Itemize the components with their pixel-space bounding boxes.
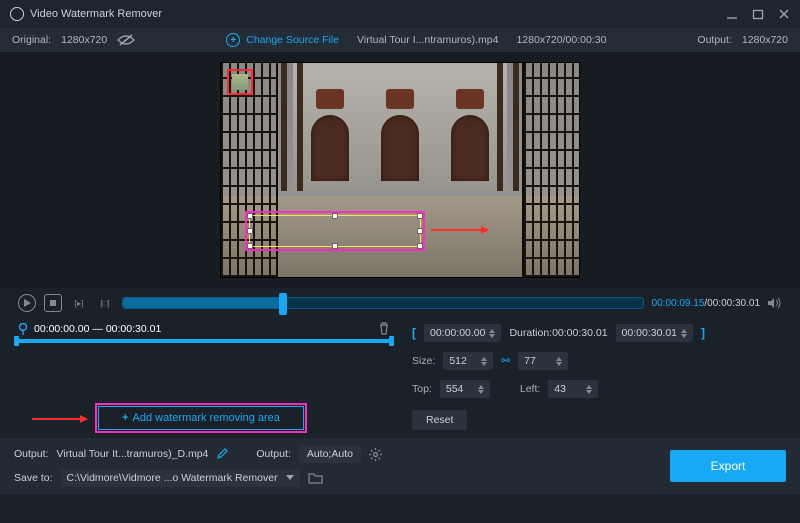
properties-panel: [ 00:00:00.00 Duration:00:00:30.01 00:00… — [412, 322, 786, 438]
save-to-label: Save to: — [14, 472, 53, 484]
removal-area-selection[interactable] — [249, 215, 421, 247]
rename-output-button[interactable] — [216, 448, 228, 460]
resize-handle[interactable] — [332, 213, 338, 219]
trim-end-bracket[interactable]: ] — [701, 326, 705, 340]
segment-range: 00:00:00.00 — 00:00:30.01 — [34, 323, 161, 335]
plus-icon: + — [226, 33, 240, 47]
output-bar: Output: Virtual Tour It...tramuros)_D.mp… — [0, 438, 800, 494]
detected-watermark-region[interactable] — [227, 69, 253, 95]
spinner[interactable] — [681, 329, 687, 338]
chevron-down-icon — [286, 475, 294, 481]
annotation-arrow — [431, 229, 487, 231]
spinner[interactable] — [481, 357, 487, 366]
preview-toggle-icon[interactable] — [117, 34, 135, 46]
close-button[interactable] — [778, 8, 790, 20]
output-label: Output: — [697, 34, 731, 46]
info-bar: Original: 1280x720 + Change Source File … — [0, 28, 800, 52]
volume-icon[interactable] — [768, 297, 782, 309]
original-label: Original: — [12, 34, 51, 46]
export-button[interactable]: Export — [670, 450, 786, 482]
plus-icon: + — [122, 412, 128, 424]
aspect-lock-icon[interactable]: ⚯ — [501, 355, 510, 367]
spinner[interactable] — [489, 329, 495, 338]
resize-handle[interactable] — [247, 213, 253, 219]
add-removal-area-label: Add watermark removing area — [133, 412, 280, 424]
playback-time: 00:00:09.15/00:00:30.01 — [652, 298, 760, 309]
resize-handle[interactable] — [332, 243, 338, 249]
output-format-label: Output: — [256, 448, 290, 460]
source-filename: Virtual Tour I...ntramuros).mp4 — [357, 34, 498, 46]
output-filename: Virtual Tour It...tramuros)_D.mp4 — [56, 448, 208, 460]
output-settings-button[interactable] — [369, 448, 382, 461]
player-controls: [▸] [□] 00:00:09.15/00:00:30.01 — [0, 288, 800, 318]
resize-handle[interactable] — [417, 243, 423, 249]
top-label: Top: — [412, 383, 432, 395]
app-title: Video Watermark Remover — [30, 8, 162, 20]
seek-bar[interactable] — [122, 297, 644, 309]
open-folder-button[interactable] — [308, 472, 323, 484]
video-preview[interactable] — [220, 62, 580, 278]
segment-range-bar[interactable] — [14, 339, 394, 343]
play-button[interactable] — [18, 294, 36, 312]
next-frame-button[interactable]: [□] — [96, 294, 114, 312]
duration-label: Duration:00:00:30.01 — [509, 327, 607, 339]
size-label: Size: — [412, 355, 435, 367]
spinner[interactable] — [478, 385, 484, 394]
minimize-button[interactable] — [726, 8, 738, 20]
original-resolution: 1280x720 — [61, 34, 107, 46]
width-input[interactable]: 512 — [443, 352, 493, 370]
output-file-label: Output: — [14, 448, 48, 460]
top-input[interactable]: 554 — [440, 380, 490, 398]
resize-handle[interactable] — [417, 213, 423, 219]
trim-start-bracket[interactable]: [ — [412, 326, 416, 340]
save-path-value: C:\Vidmore\Vidmore ...o Watermark Remove… — [67, 472, 278, 484]
save-path-dropdown[interactable]: C:\Vidmore\Vidmore ...o Watermark Remove… — [61, 469, 300, 487]
height-input[interactable]: 77 — [518, 352, 568, 370]
video-preview-stage — [0, 52, 800, 288]
output-format-value[interactable]: Auto;Auto — [299, 445, 361, 463]
resize-handle[interactable] — [417, 228, 423, 234]
resize-handle[interactable] — [247, 243, 253, 249]
segments-panel: 00:00:00.00 — 00:00:30.01 + Add watermar… — [14, 322, 394, 438]
source-info: 1280x720/00:00:30 — [516, 34, 606, 46]
resize-handle[interactable] — [247, 228, 253, 234]
prev-frame-button[interactable]: [▸] — [70, 294, 88, 312]
output-resolution: 1280x720 — [742, 34, 788, 46]
spinner[interactable] — [586, 385, 592, 394]
spinner[interactable] — [556, 357, 562, 366]
change-source-label: Change Source File — [246, 34, 339, 46]
maximize-button[interactable] — [752, 8, 764, 20]
trim-end-input[interactable]: 00:00:30.01 — [616, 324, 693, 342]
reset-button[interactable]: Reset — [412, 410, 467, 430]
left-label: Left: — [520, 383, 540, 395]
annotation-arrow — [32, 418, 86, 420]
left-input[interactable]: 43 — [548, 380, 598, 398]
delete-segment-button[interactable] — [378, 322, 390, 335]
trim-start-input[interactable]: 00:00:00.00 — [424, 324, 501, 342]
seek-thumb[interactable] — [279, 293, 287, 315]
change-source-button[interactable]: + Change Source File — [226, 33, 339, 47]
stop-button[interactable] — [44, 294, 62, 312]
app-logo-icon — [10, 7, 24, 21]
titlebar: Video Watermark Remover — [0, 0, 800, 28]
segment-marker-icon — [18, 323, 28, 335]
add-removal-area-button[interactable]: + Add watermark removing area — [98, 406, 304, 430]
